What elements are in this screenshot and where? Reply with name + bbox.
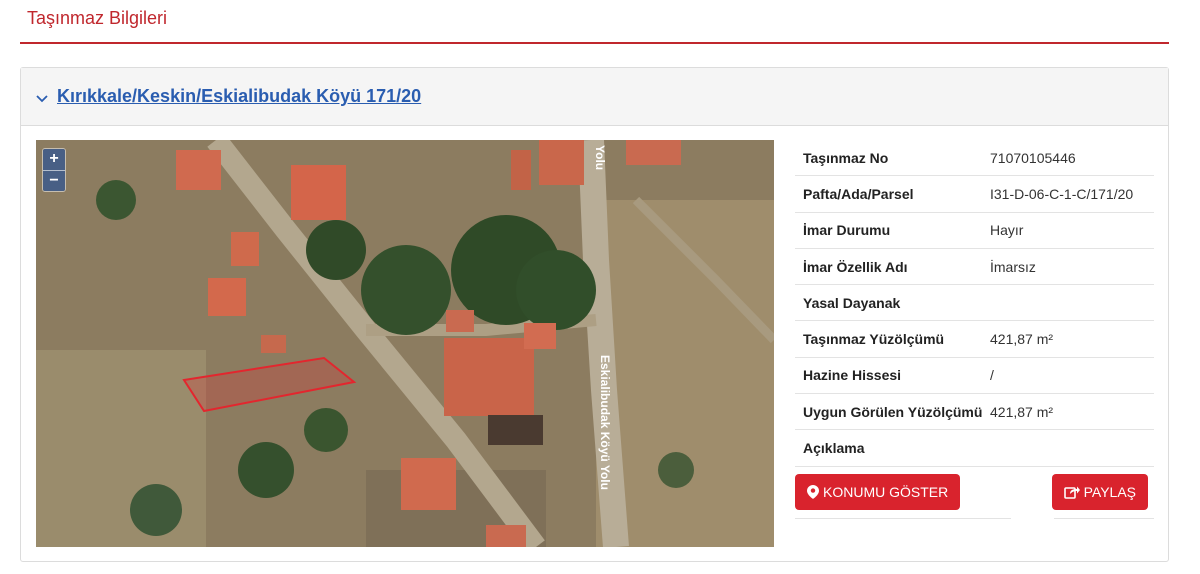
info-row: Pafta/Ada/Parsel I31-D-06-C-1-C/171/20	[795, 176, 1154, 213]
info-value: Hayır	[990, 222, 1024, 239]
page-title: Taşınmaz Bilgileri	[27, 8, 168, 28]
info-row: Açıklama	[795, 430, 1154, 467]
property-title-link[interactable]: Kırıkkale/Keskin/Eskialibudak Köyü 171/2…	[57, 86, 421, 107]
action-row: KONUMU GÖSTER PAYLAŞ	[795, 467, 1154, 519]
show-location-cell: KONUMU GÖSTER	[795, 467, 1011, 519]
property-info-table: Taşınmaz No 71070105446 Pafta/Ada/Parsel…	[795, 140, 1154, 519]
info-row: Uygun Görülen Yüzölçümü 421,87 m²	[795, 394, 1154, 431]
info-label: Açıklama	[803, 440, 865, 457]
info-label: Yasal Dayanak	[803, 294, 901, 311]
info-row: İmar Durumu Hayır	[795, 213, 1154, 249]
panel-header[interactable]: Kırıkkale/Keskin/Eskialibudak Köyü 171/2…	[21, 68, 1168, 126]
info-value: 421,87 m²	[990, 331, 1054, 348]
show-location-button[interactable]: KONUMU GÖSTER	[795, 474, 961, 511]
satellite-map[interactable]: Yolu Eskialibudak Köyü Yolu + −	[36, 140, 774, 547]
zoom-out-button[interactable]: −	[43, 170, 65, 191]
info-row: İmar Özellik Adı İmarsız	[795, 249, 1154, 286]
info-label: İmar Durumu	[803, 222, 891, 239]
map-marker-icon	[807, 485, 819, 500]
share-button[interactable]: PAYLAŞ	[1051, 474, 1148, 511]
share-cell: PAYLAŞ	[1051, 467, 1154, 519]
map-zoom-control: + −	[42, 148, 66, 192]
chevron-down-icon[interactable]	[35, 92, 49, 106]
map-road-label: Eskialibudak Köyü Yolu	[598, 355, 612, 490]
info-row: Taşınmaz Yüzölçümü 421,87 m²	[795, 321, 1154, 358]
info-label: İmar Özellik Adı	[803, 258, 908, 275]
info-label: Uygun Görülen Yüzölçümü	[803, 403, 983, 420]
info-label: Taşınmaz Yüzölçümü	[803, 331, 945, 348]
info-row: Hazine Hissesi /	[795, 358, 1154, 395]
info-value: İmarsız	[990, 258, 1036, 275]
map-image: Yolu Eskialibudak Köyü Yolu	[36, 140, 774, 547]
info-value: I31-D-06-C-1-C/171/20	[990, 185, 1134, 202]
info-label: Hazine Hissesi	[803, 367, 902, 384]
info-label: Pafta/Ada/Parsel	[803, 185, 914, 202]
title-divider	[20, 42, 1169, 44]
info-row: Taşınmaz No 71070105446	[795, 140, 1154, 177]
share-label: PAYLAŞ	[1083, 484, 1136, 501]
info-value: 421,87 m²	[990, 403, 1054, 420]
map-road-label: Yolu	[593, 145, 607, 170]
info-value: 71070105446	[990, 149, 1076, 166]
info-row: Yasal Dayanak	[795, 285, 1154, 322]
info-value: /	[990, 367, 994, 384]
info-label: Taşınmaz No	[803, 149, 889, 166]
show-location-label: KONUMU GÖSTER	[823, 484, 949, 501]
share-icon	[1063, 486, 1080, 499]
zoom-in-button[interactable]: +	[43, 149, 65, 170]
property-panel: Kırıkkale/Keskin/Eskialibudak Köyü 171/2…	[20, 67, 1169, 562]
